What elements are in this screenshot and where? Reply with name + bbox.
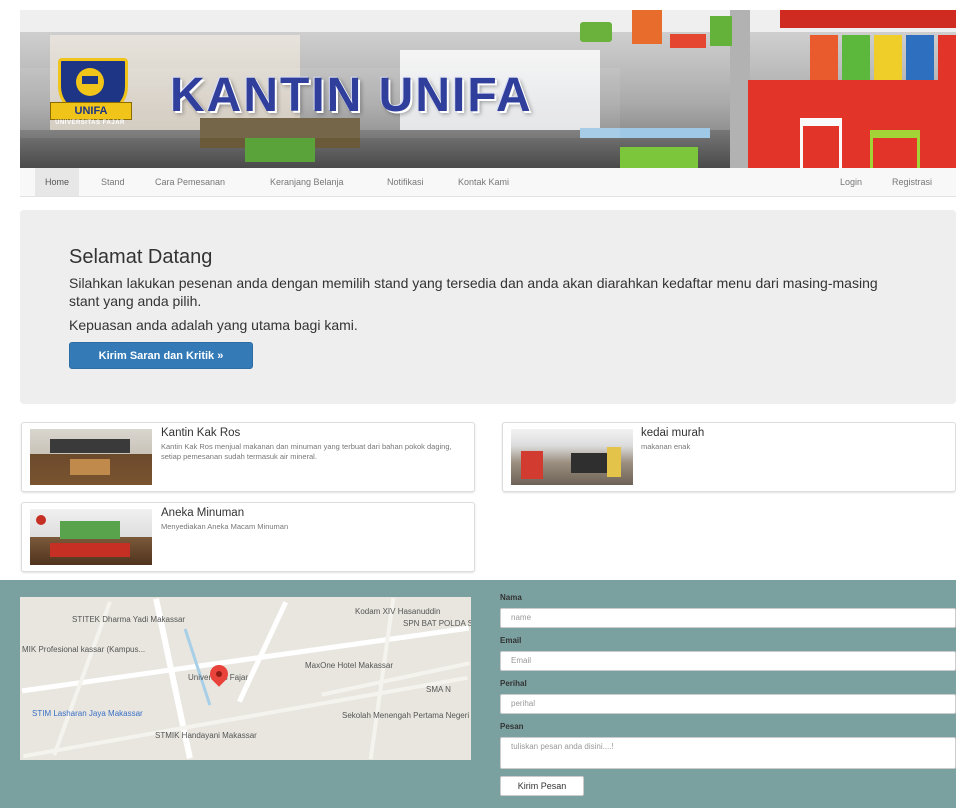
navbar: Home Stand Cara Pemesanan Keranjang Bela… — [20, 168, 956, 197]
kirim-saran-button[interactable]: Kirim Saran dan Kritik » — [69, 342, 253, 369]
welcome-text: Silahkan lakukan pesenan anda dengan mem… — [69, 275, 878, 309]
map-label: Kodam XIV Hasanuddin — [355, 607, 441, 616]
name-label: Nama — [500, 593, 522, 602]
logo-text: UNIFA — [50, 102, 132, 120]
nav-stand[interactable]: Stand — [91, 168, 135, 196]
stand-thumbnail[interactable] — [511, 429, 633, 485]
stand-name[interactable]: kedai murah — [641, 427, 704, 439]
map-label: Sekolah Menengah Pertama Negeri 8... — [342, 711, 471, 720]
map-label: STIM Lasharan Jaya Makassar — [32, 709, 143, 718]
header-banner: UNIFA UNIVERSITAS FAJAR KANTIN UNIFA — [20, 10, 956, 168]
stand-card[interactable]: kedai murah makanan enak — [502, 422, 956, 492]
nav-keranjang-belanja[interactable]: Keranjang Belanja — [260, 168, 354, 196]
email-input[interactable]: Email — [500, 651, 956, 671]
logo-subtext: UNIVERSITAS FAJAR — [55, 120, 125, 126]
stand-name[interactable]: Kantin Kak Ros — [161, 427, 240, 439]
stand-name[interactable]: Aneka Minuman — [161, 507, 244, 519]
stand-thumbnail[interactable] — [30, 509, 152, 565]
map-label: SMA N — [426, 685, 451, 694]
stand-card[interactable]: Aneka Minuman Menyediakan Aneka Macam Mi… — [21, 502, 475, 572]
footer: STITEK Dharma Yadi Makassar Kodam XIV Ha… — [0, 580, 956, 808]
welcome-tagline: Kepuasan anda adalah yang utama bagi kam… — [69, 317, 358, 333]
welcome-heading: Selamat Datang — [69, 246, 213, 268]
stand-card[interactable]: Kantin Kak Ros Kantin Kak Ros menjual ma… — [21, 422, 475, 492]
subject-input[interactable]: perihal — [500, 694, 956, 714]
nav-registrasi[interactable]: Registrasi — [882, 168, 942, 196]
map-label: SPN BAT POLDA SULS — [403, 619, 471, 628]
kirim-pesan-button[interactable]: Kirim Pesan — [500, 776, 584, 796]
stand-description: Menyediakan Aneka Macam Minuman — [161, 522, 289, 531]
stand-thumbnail[interactable] — [30, 429, 152, 485]
welcome-jumbotron: Selamat Datang Silahkan lakukan pesenan … — [20, 210, 956, 404]
stand-description: makanan enak — [641, 442, 691, 451]
map-label: MIK Profesional kassar (Kampus... — [22, 645, 146, 654]
nav-home[interactable]: Home — [35, 168, 80, 196]
page: UNIFA UNIVERSITAS FAJAR KANTIN UNIFA Hom… — [0, 0, 956, 808]
site-title: KANTIN UNIFA — [170, 69, 533, 122]
map-label: MaxOne Hotel Makassar — [305, 661, 394, 670]
nav-notifikasi[interactable]: Notifikasi — [377, 168, 434, 196]
unifa-logo: UNIFA UNIVERSITAS FAJAR — [50, 58, 132, 136]
nav-login[interactable]: Login — [830, 168, 872, 196]
name-input[interactable]: name — [500, 608, 956, 628]
subject-label: Perihal — [500, 679, 527, 688]
map-label: STITEK Dharma Yadi Makassar — [72, 615, 186, 624]
message-textarea[interactable]: tuliskan pesan anda disini....! — [500, 737, 956, 769]
message-label: Pesan — [500, 722, 524, 731]
nav-kontak-kami[interactable]: Kontak Kami — [448, 168, 519, 196]
map-label: STMIK Handayani Makassar — [155, 731, 257, 740]
location-map[interactable]: STITEK Dharma Yadi Makassar Kodam XIV Ha… — [20, 597, 471, 760]
email-label: Email — [500, 636, 522, 645]
stand-description: Kantin Kak Ros menjual makanan dan minum… — [161, 442, 452, 461]
nav-cara-pemesanan[interactable]: Cara Pemesanan — [145, 168, 235, 196]
